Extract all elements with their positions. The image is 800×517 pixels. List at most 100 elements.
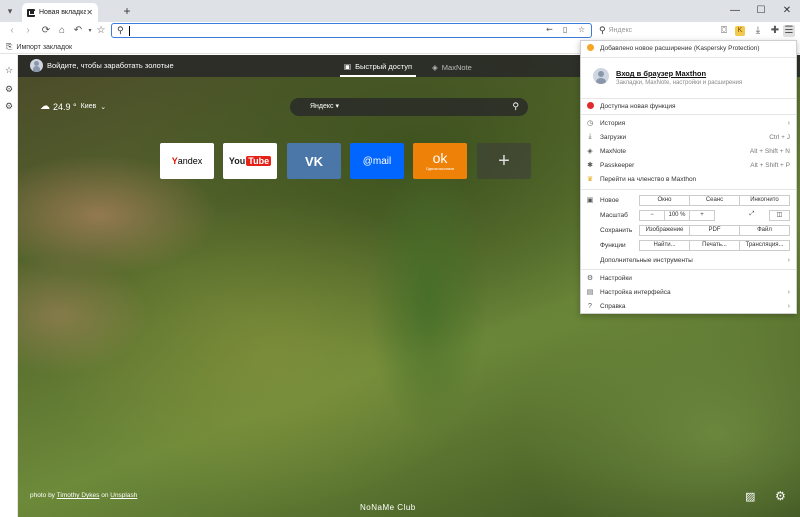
tab-maxnote-label: MaxNote bbox=[441, 63, 472, 72]
menu-history[interactable]: ◷ История › bbox=[581, 116, 796, 130]
book-icon[interactable]: ▯ bbox=[563, 25, 567, 34]
close-button[interactable]: ✕ bbox=[774, 0, 800, 22]
extensions-icon[interactable]: ✚ bbox=[769, 25, 781, 37]
chevron-right-icon: › bbox=[787, 256, 790, 264]
save-image-button[interactable]: Изображение bbox=[639, 225, 690, 236]
tab-maxnote[interactable]: ◈ MaxNote bbox=[432, 58, 472, 77]
cloud-icon: ☁ bbox=[40, 101, 50, 112]
menu-maxnote[interactable]: ◈ MaxNote Alt + Shift + N bbox=[581, 144, 796, 158]
menu-login[interactable]: Вход в браузер Maxthon Закладки, MaxNote… bbox=[581, 59, 796, 99]
speed-dial-yandex[interactable]: Yandex bbox=[160, 143, 214, 179]
print-button[interactable]: Печать... bbox=[689, 240, 740, 251]
maximize-button[interactable]: ☐ bbox=[748, 0, 774, 22]
menu-help[interactable]: ? Справка › bbox=[581, 299, 796, 313]
find-button[interactable]: Найти... bbox=[639, 240, 690, 251]
signin-link[interactable]: Войдите, чтобы заработать золотые bbox=[30, 59, 174, 72]
split-view-icon[interactable]: ◫ bbox=[769, 210, 790, 221]
tab-new-tab[interactable]: Новая вкладка ✕ bbox=[22, 3, 98, 22]
undo-close-icon[interactable]: ↶ bbox=[72, 25, 84, 37]
menu-interface[interactable]: ▤ Настройка интерфейса › bbox=[581, 285, 796, 299]
watermark: NoNaMe Club bbox=[360, 503, 416, 512]
save-file-button[interactable]: Файл bbox=[739, 225, 790, 236]
menu-more-tools[interactable]: Дополнительные инструменты › bbox=[581, 253, 796, 267]
search-engine-select[interactable]: Яндекс ▾ bbox=[310, 102, 339, 110]
forward-icon[interactable]: › bbox=[22, 25, 34, 37]
new-session-button[interactable]: Сеанс bbox=[689, 195, 740, 206]
weather-widget[interactable]: ☁ 24.9 ° Киев ⌄ bbox=[40, 101, 106, 112]
download-icon[interactable]: ⤓ bbox=[752, 25, 764, 37]
kaspersky-extension-icon[interactable]: K bbox=[735, 26, 745, 36]
search-icon: ⚲ bbox=[117, 25, 124, 35]
gear-cluster-icon[interactable]: ⚙ bbox=[3, 83, 15, 95]
interface-icon: ▤ bbox=[586, 289, 594, 296]
passkeeper-icon: ✱ bbox=[587, 162, 593, 169]
note-icon: ◈ bbox=[432, 63, 438, 72]
photo-source-link[interactable]: Unsplash bbox=[110, 492, 137, 499]
wallpaper-icon[interactable]: ▨ bbox=[745, 490, 755, 503]
import-bookmarks-link[interactable]: ⎘ Импорт закладок bbox=[6, 42, 72, 52]
tab-quick-access-label: Быстрый доступ bbox=[355, 62, 413, 71]
back-icon[interactable]: ‹ bbox=[6, 25, 18, 37]
screenshot-icon[interactable]: ⌼ bbox=[718, 25, 730, 37]
vk-logo: VK bbox=[304, 153, 324, 169]
speed-dial-vk[interactable]: VK bbox=[287, 143, 341, 179]
chevron-right-icon: › bbox=[787, 119, 790, 127]
speed-dial-add[interactable]: + bbox=[477, 143, 531, 179]
new-window-button[interactable]: Окно bbox=[639, 195, 690, 206]
yandex-logo: Yandex bbox=[171, 156, 203, 166]
reload-icon[interactable]: ⟳ bbox=[40, 25, 52, 37]
tab-close-icon[interactable]: ✕ bbox=[86, 8, 93, 17]
menu-passkeeper[interactable]: ✱ Passkeeper Alt + Shift + P bbox=[581, 158, 796, 172]
home-tab-icon bbox=[27, 8, 35, 17]
fullscreen-icon[interactable]: ⤢ bbox=[739, 210, 765, 221]
zoom-in-button[interactable]: + bbox=[689, 210, 715, 221]
ok-logo-caption: Одноклассники bbox=[425, 166, 455, 171]
menu-new-feature[interactable]: Доступна новая функция bbox=[581, 99, 796, 113]
save-pdf-button[interactable]: PDF bbox=[689, 225, 740, 236]
main-menu: Добавлено новое расширение (Kaspersky Pr… bbox=[580, 40, 797, 314]
search-box[interactable]: ⚲ Яндекс bbox=[596, 23, 716, 38]
notice-icon bbox=[585, 43, 595, 53]
menu-notice-text: Добавлено новое расширение (Kaspersky Pr… bbox=[600, 44, 760, 52]
speed-dial-mail[interactable]: @mail bbox=[350, 143, 404, 179]
minimize-button[interactable]: — bbox=[722, 0, 748, 22]
history-icon: ◷ bbox=[586, 120, 594, 127]
menu-settings[interactable]: ⚙ Настройки bbox=[581, 271, 796, 285]
settings-icon[interactable]: ⚙ bbox=[3, 100, 15, 112]
search-placeholder: Яндекс bbox=[608, 27, 633, 34]
tab-title: Новая вкладка bbox=[39, 9, 87, 16]
menu-membership[interactable]: ♛ Перейти на членство в Maxthon bbox=[581, 172, 796, 186]
zoom-out-button[interactable]: − bbox=[639, 210, 665, 221]
new-tab-button[interactable]: + bbox=[120, 4, 134, 18]
help-icon: ? bbox=[588, 302, 592, 310]
speed-dial-youtube[interactable]: You Tube bbox=[223, 143, 277, 179]
download-icon: ⤓ bbox=[588, 133, 592, 140]
signin-text: Войдите, чтобы заработать золотые bbox=[47, 61, 174, 70]
content-search-bar[interactable]: Яндекс ▾ ⚲ bbox=[290, 98, 528, 116]
tab-quick-access[interactable]: ▣ Быстрый доступ bbox=[340, 58, 417, 77]
crown-icon: ♛ bbox=[586, 176, 594, 183]
photo-author-link[interactable]: Timothy Dykes bbox=[57, 492, 100, 499]
menu-login-title[interactable]: Вход в браузер Maxthon bbox=[616, 69, 706, 78]
menu-notice[interactable]: Добавлено новое расширение (Kaspersky Pr… bbox=[581, 41, 796, 55]
add-bookmark-icon[interactable]: ☆ bbox=[578, 25, 585, 34]
speed-dial-ok[interactable]: ok Одноклассники bbox=[413, 143, 467, 179]
new-incognito-button[interactable]: Инкогнито bbox=[739, 195, 790, 206]
weather-temp: 24.9 ° bbox=[53, 101, 77, 112]
search-icon[interactable]: ⚲ bbox=[512, 101, 519, 112]
chevron-right-icon: › bbox=[787, 302, 790, 310]
favorites-icon[interactable]: ☆ bbox=[3, 64, 15, 76]
avatar bbox=[30, 59, 43, 72]
menu-icon[interactable]: ☰ bbox=[783, 25, 795, 37]
reader-icon[interactable]: ⇜ bbox=[546, 25, 553, 34]
mail-logo: @mail bbox=[362, 155, 392, 167]
menu-downloads[interactable]: ⤓ Загрузки Ctrl + J bbox=[581, 130, 796, 144]
favorite-star-icon[interactable]: ☆ bbox=[95, 25, 107, 37]
ok-logo-icon: ok bbox=[432, 150, 448, 166]
cast-button[interactable]: Трансляция... bbox=[739, 240, 790, 251]
search-icon: ⚲ bbox=[599, 25, 606, 35]
page-settings-icon[interactable]: ⚙ bbox=[775, 489, 786, 503]
address-bar[interactable]: ⚲ ⇜ ▯ ☆ bbox=[111, 23, 592, 38]
home-icon[interactable]: ⌂ bbox=[56, 25, 68, 37]
tab-list-icon[interactable]: ▾ bbox=[4, 4, 16, 18]
